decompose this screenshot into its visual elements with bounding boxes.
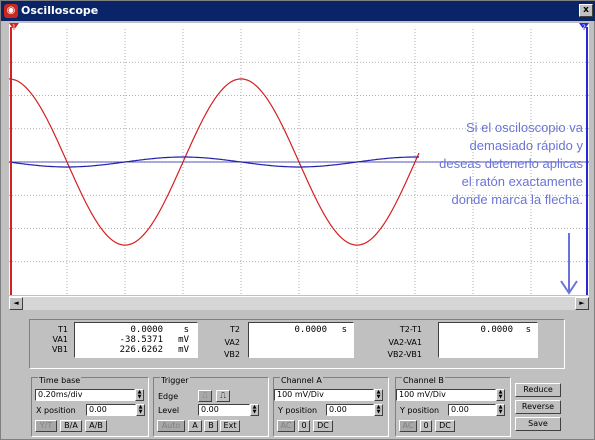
vb1-value: 226.6262 [119, 345, 163, 355]
trigger-b-button[interactable]: B [204, 420, 218, 432]
trigger-level-label: Level [158, 406, 180, 415]
timebase-ab-button[interactable]: A/B [85, 420, 107, 432]
vb1-label: VB1 [51, 345, 68, 354]
channel-b-scale-spinner-icon[interactable]: ▲ ▼ [496, 389, 505, 401]
timebase-xpos-field[interactable]: 0.00 [86, 404, 136, 416]
timebase-spinner-icon[interactable]: ▲ ▼ [135, 389, 144, 401]
scroll-left-arrow-icon[interactable]: ◄ [9, 297, 23, 310]
reduce-button[interactable]: Reduce [515, 383, 561, 397]
timebase-ba-button[interactable]: B/A [60, 420, 82, 432]
channel-a-zero-button[interactable]: 0 [298, 420, 310, 432]
t1-unit: s [183, 325, 189, 335]
falling-edge-icon[interactable]: ⎍ [216, 390, 230, 402]
timebase-field[interactable]: 0.20ms/div [35, 389, 135, 401]
trigger-auto-button[interactable]: Auto [157, 420, 185, 432]
timebase-group: Time base 0.20ms/div ▲ ▼ X position 0.00 … [31, 376, 149, 437]
channel-a-ypos-spinner-icon[interactable]: ▲ ▼ [374, 404, 383, 416]
oscilloscope-app-icon: ◉ [4, 4, 18, 18]
channel-b-ypos-label: Y position [400, 406, 440, 415]
title-bar[interactable]: ◉ Oscilloscope x [1, 1, 595, 21]
channel-a-title: Channel A [280, 376, 323, 385]
t2-unit: s [341, 325, 347, 335]
vb2vb1-label: VB2-VB1 [387, 350, 422, 359]
va1-label: VA1 [52, 335, 68, 344]
save-button[interactable]: Save [515, 417, 561, 431]
annotation-text: Si el osciloscopio va demasiado rápido y… [439, 120, 583, 207]
channel-b-dc-button[interactable]: DC [435, 420, 455, 432]
channel-b-ac-button[interactable]: AC [399, 420, 417, 432]
va1-value: -38.5371 [119, 335, 163, 345]
timebase-title: Time base [38, 376, 82, 385]
t2-readout-box: 0.0000 s [248, 322, 354, 358]
va2va1-label: VA2-VA1 [388, 338, 422, 347]
reverse-button[interactable]: Reverse [515, 400, 561, 414]
channel-b-ypos-spinner-icon[interactable]: ▲ ▼ [496, 404, 505, 416]
va2-label: VA2 [224, 338, 240, 347]
scroll-right-arrow-icon[interactable]: ► [575, 297, 589, 310]
t2t1-readout-box: 0.0000 s [438, 322, 538, 358]
vb1-unit: mV [178, 345, 189, 355]
channel-a-scale-field[interactable]: 100 mV/Div [274, 389, 374, 401]
channel-b-ypos-field[interactable]: 0.00 [448, 404, 496, 416]
rising-edge-icon[interactable]: ⎍ [198, 390, 212, 402]
channel-a-ypos-field[interactable]: 0.00 [326, 404, 374, 416]
trigger-a-button[interactable]: A [188, 420, 202, 432]
t1-label: T1 [58, 325, 68, 334]
channel-a-scale-spinner-icon[interactable]: ▲ ▼ [374, 389, 383, 401]
va1-unit: mV [178, 335, 189, 345]
window-title: Oscilloscope [21, 4, 99, 17]
horizontal-scrollbar[interactable]: ◄ ► [9, 296, 589, 310]
timebase-xpos-label: X position [36, 406, 76, 415]
channel-b-zero-button[interactable]: 0 [420, 420, 432, 432]
t2-value: 0.0000 [294, 325, 327, 335]
t2t1-label: T2-T1 [399, 325, 422, 334]
trigger-title: Trigger [160, 376, 190, 385]
timebase-xpos-spinner-icon[interactable]: ▲ ▼ [136, 404, 145, 416]
channel-b-title: Channel B [402, 376, 445, 385]
channel-a-dc-button[interactable]: DC [313, 420, 333, 432]
trigger-ext-button[interactable]: Ext [220, 420, 240, 432]
channel-b-scale-field[interactable]: 100 mV/Div [396, 389, 496, 401]
trigger-group: Trigger Edge ⎍ ⎍ Level 0.00 ▲ ▼ Auto A B … [153, 376, 269, 437]
channel-a-ac-button[interactable]: AC [277, 420, 295, 432]
oscilloscope-window: ◉ Oscilloscope x 1 2 Si el osciloscopio … [0, 0, 595, 440]
channel-b-group: Channel B 100 mV/Div ▲ ▼ Y position 0.00 … [395, 376, 511, 437]
vb2-label: VB2 [223, 350, 240, 359]
cursor-t2-label: 2 [582, 24, 586, 31]
t1-readout-box: 0.0000 s -38.5371 mV 226.6262 mV [74, 322, 198, 358]
channel-a-group: Channel A 100 mV/Div ▲ ▼ Y position 0.00 … [273, 376, 389, 437]
t2t1-value: 0.0000 [480, 325, 513, 335]
channel-a-ypos-label: Y position [278, 406, 318, 415]
t1-value: 0.0000 [130, 325, 163, 335]
close-button[interactable]: x [579, 4, 593, 17]
cursor-readout-panel: T1 VA1 VB1 0.0000 s -38.5371 mV 226.6262… [29, 319, 565, 369]
trigger-level-spinner-icon[interactable]: ▲ ▼ [250, 404, 259, 416]
trigger-level-field[interactable]: 0.00 [198, 404, 250, 416]
t2-label: T2 [230, 325, 240, 334]
t2t1-unit: s [525, 325, 531, 335]
timebase-yt-button[interactable]: Y/T [35, 420, 57, 432]
cursor-t1-label: 1 [12, 24, 16, 31]
scope-display[interactable]: 1 2 Si el osciloscopio va demasiado rápi… [8, 23, 589, 295]
trigger-edge-label: Edge [158, 392, 179, 401]
